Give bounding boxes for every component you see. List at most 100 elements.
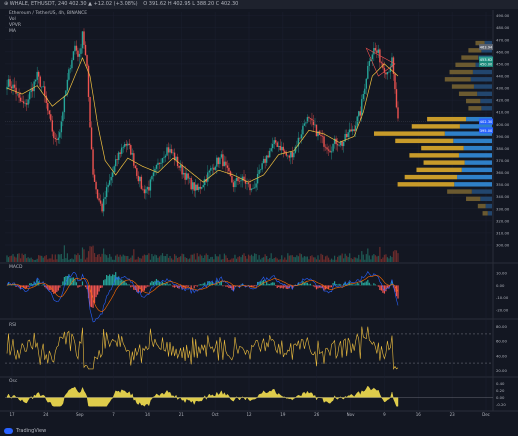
volume-bar bbox=[193, 253, 195, 262]
tradingview-footer[interactable]: TradingView bbox=[4, 428, 46, 434]
volume-bar bbox=[383, 254, 386, 262]
candle-body bbox=[116, 159, 118, 160]
volume-bar bbox=[296, 255, 298, 262]
candle-body bbox=[198, 186, 200, 191]
macd-histogram-bar bbox=[42, 284, 44, 286]
candle-body bbox=[155, 165, 158, 169]
volume-bar bbox=[284, 257, 286, 262]
legend-line-ma[interactable]: MA bbox=[9, 29, 87, 35]
volume-bar bbox=[152, 256, 155, 262]
candle-body bbox=[324, 146, 327, 148]
candle-body bbox=[48, 110, 50, 115]
volume-bar bbox=[323, 259, 325, 262]
volume-bar bbox=[198, 256, 200, 262]
volume-bar bbox=[84, 259, 87, 262]
macd-histogram-bar bbox=[80, 285, 82, 287]
macd-histogram-bar bbox=[173, 285, 176, 288]
volume-profile-down-bar bbox=[423, 160, 465, 165]
volume-bar bbox=[235, 258, 238, 262]
volume-bar bbox=[7, 257, 10, 262]
macd-histogram-bar bbox=[314, 285, 316, 288]
candle-body bbox=[201, 187, 203, 189]
candle-body bbox=[139, 176, 141, 182]
volume-bar bbox=[78, 255, 81, 262]
candle-body bbox=[207, 172, 209, 182]
candle-body bbox=[124, 144, 126, 147]
candle-body bbox=[299, 137, 301, 139]
candle-body bbox=[62, 112, 64, 121]
volume-bar bbox=[136, 259, 138, 262]
price-tick-label: 310.00 bbox=[496, 230, 510, 235]
volume-bar bbox=[48, 258, 50, 262]
volume-bar bbox=[247, 254, 250, 262]
candle-body bbox=[281, 146, 283, 151]
candle-body bbox=[235, 177, 238, 181]
candle-body bbox=[38, 71, 40, 77]
volume-bar bbox=[154, 254, 156, 262]
volume-bar bbox=[228, 259, 230, 262]
volume-bar bbox=[32, 259, 34, 262]
volume-bar bbox=[341, 253, 343, 262]
time-tick-label: Sep bbox=[76, 412, 84, 417]
volume-bar bbox=[226, 258, 229, 262]
candle-body bbox=[314, 124, 316, 126]
volume-bar bbox=[83, 249, 85, 262]
candle-body bbox=[96, 189, 99, 199]
macd-histogram-bar bbox=[96, 285, 99, 295]
candle-body bbox=[77, 50, 79, 57]
macd-histogram-bar bbox=[30, 283, 32, 286]
candle-body bbox=[191, 182, 194, 190]
volume-bar bbox=[318, 259, 321, 262]
volume-bar bbox=[285, 259, 287, 262]
volume-bar bbox=[308, 259, 310, 262]
macd-histogram-bar bbox=[356, 282, 358, 286]
volume-bar bbox=[320, 253, 322, 262]
candle-body bbox=[395, 89, 398, 108]
macd-histogram-bar bbox=[379, 285, 381, 291]
time-tick-label: 21 bbox=[179, 412, 185, 417]
volume-bar bbox=[50, 258, 52, 262]
candle-body bbox=[22, 101, 25, 104]
candle-body bbox=[118, 152, 120, 160]
macd-histogram-bar bbox=[278, 285, 280, 288]
candle-body bbox=[170, 149, 173, 154]
candle-body bbox=[178, 166, 180, 168]
volume-bar bbox=[327, 257, 330, 262]
candle-body bbox=[311, 118, 313, 121]
volume-bar bbox=[172, 259, 174, 262]
time-tick-label: 14 bbox=[145, 412, 151, 417]
candle-body bbox=[253, 187, 256, 189]
macd-histogram-bar bbox=[220, 281, 222, 286]
candle-body bbox=[202, 185, 204, 188]
candle-body bbox=[157, 162, 159, 166]
volume-profile-up-bar bbox=[485, 203, 492, 209]
price-tick-label: 340.00 bbox=[496, 194, 510, 199]
candle-body bbox=[60, 120, 63, 133]
macd-histogram-bar bbox=[395, 285, 398, 297]
volume-bar bbox=[335, 259, 337, 262]
macd-histogram-bar bbox=[330, 285, 333, 288]
candle-body bbox=[12, 84, 14, 89]
macd-histogram-bar bbox=[78, 285, 81, 287]
chart-canvas[interactable]: 490.00 480.00 470.00 460.00 450.00 440.00 430.… bbox=[0, 0, 518, 436]
volume-bar bbox=[86, 257, 88, 262]
volume-bar bbox=[392, 251, 395, 262]
macd-histogram-bar bbox=[148, 285, 150, 287]
candle-body bbox=[249, 184, 251, 191]
volume-bar bbox=[118, 256, 120, 262]
price-tick-label: 450.00 bbox=[496, 61, 510, 66]
rsi-line bbox=[6, 326, 399, 370]
candle-body bbox=[376, 50, 378, 53]
macd-histogram-bar bbox=[74, 279, 76, 286]
volume-bar bbox=[166, 253, 168, 262]
macd-histogram-bar bbox=[146, 285, 148, 287]
macd-histogram-bar bbox=[282, 285, 284, 289]
volume-bar bbox=[300, 254, 302, 262]
candle-body bbox=[149, 179, 152, 191]
volume-bar bbox=[205, 253, 207, 262]
volume-bar bbox=[358, 254, 360, 262]
volume-bar bbox=[238, 256, 241, 262]
price-tick-label: 400.00 bbox=[496, 122, 510, 127]
candle-body bbox=[238, 181, 241, 182]
volume-bar bbox=[216, 256, 218, 262]
